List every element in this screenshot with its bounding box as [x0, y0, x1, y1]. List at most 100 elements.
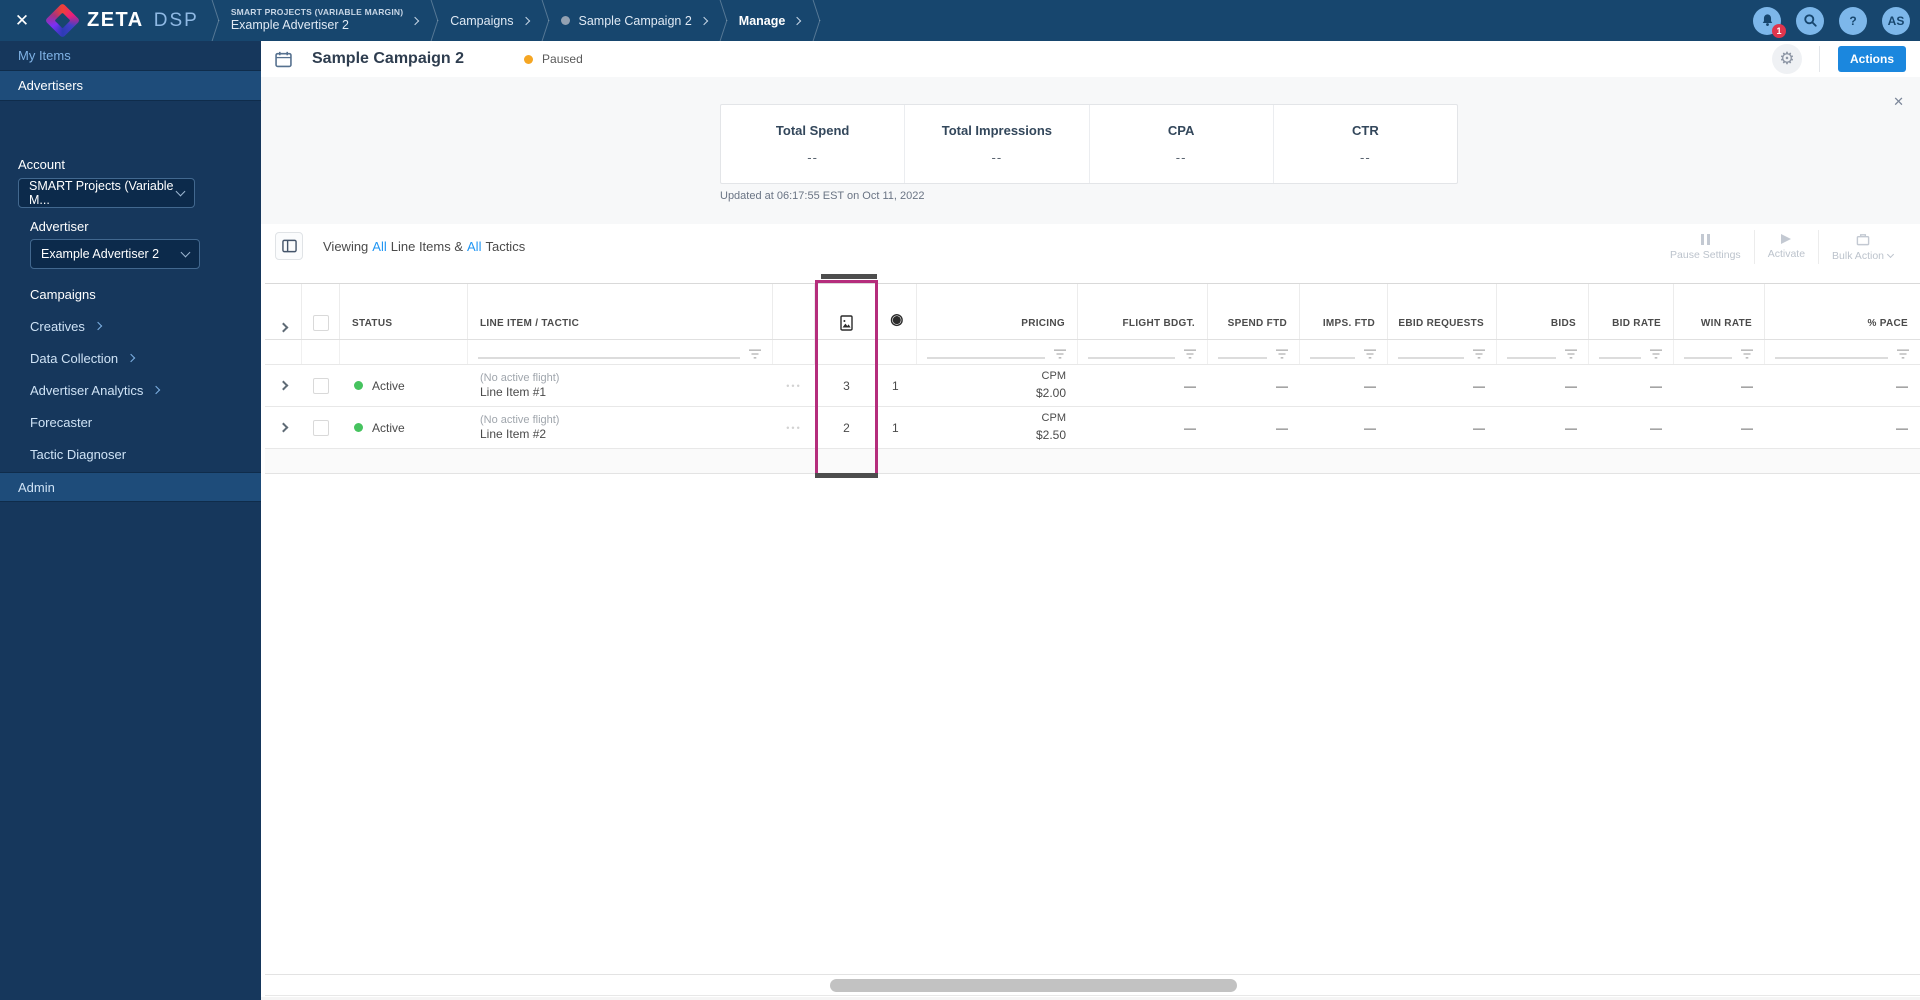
filter-input[interactable]	[478, 347, 740, 359]
advertiser-label: Advertiser	[30, 219, 89, 234]
avatar[interactable]: AS	[1882, 6, 1910, 35]
activate-button[interactable]: Activate	[1753, 230, 1818, 264]
filter-input[interactable]	[1218, 347, 1267, 359]
col-ebid-requests[interactable]: EBID REQUESTS	[1388, 284, 1497, 339]
scrollbar-thumb[interactable]	[830, 979, 1237, 992]
filter-icon[interactable]	[1740, 349, 1754, 360]
close-icon[interactable]: ✕	[0, 0, 44, 41]
table-filter-row	[265, 340, 1920, 365]
col-tactics[interactable]: ◉	[878, 284, 917, 339]
filter-bids	[1497, 340, 1589, 364]
all-tactics-link[interactable]: All	[467, 239, 481, 254]
filter-input[interactable]	[1684, 347, 1732, 359]
actions-button[interactable]: Actions	[1838, 46, 1906, 72]
filter-input[interactable]	[927, 347, 1045, 359]
filter-input[interactable]	[1599, 347, 1641, 359]
row-spend-ftd: —	[1276, 420, 1288, 435]
notifications-button[interactable]: 1	[1753, 6, 1786, 38]
filter-input[interactable]	[1310, 347, 1355, 359]
sidebar-item-forecaster[interactable]: Forecaster	[0, 406, 261, 438]
stats-section: ✕ Total Spend -- Total Impressions -- CP…	[261, 77, 1920, 224]
expand-row-icon[interactable]	[278, 380, 289, 391]
help-button[interactable]: ?	[1839, 6, 1867, 35]
line-item-name: Line Item #1	[480, 384, 547, 399]
filter-input[interactable]	[1088, 347, 1175, 359]
stats-close-icon[interactable]: ✕	[1893, 94, 1904, 110]
search-button[interactable]	[1796, 6, 1824, 35]
col-pace[interactable]: % PACE	[1765, 284, 1920, 339]
row-flight-budget: —	[1184, 378, 1196, 393]
all-line-items-link[interactable]: All	[372, 239, 386, 254]
breadcrumb-campaign[interactable]: Sample Campaign 2	[560, 14, 709, 28]
zeta-dsp-logo[interactable]: ZETA DSP	[44, 2, 199, 39]
filter-icon[interactable]	[748, 349, 762, 360]
viewing-summary: Viewing All Line Items & All Tactics	[323, 238, 526, 254]
bulk-action-button[interactable]: Bulk Action	[1818, 230, 1906, 264]
campaign-status: Paused	[524, 52, 583, 66]
breadcrumb-manage[interactable]: Manage	[739, 14, 802, 28]
filter-input[interactable]	[1507, 347, 1556, 359]
sidebar-item-tactic-diagnoser[interactable]: Tactic Diagnoser	[0, 438, 261, 470]
filter-icon[interactable]	[1649, 349, 1663, 360]
col-line-item-tactic[interactable]: LINE ITEM / TACTIC	[468, 284, 773, 339]
row-status: Active	[340, 407, 468, 448]
filter-icon[interactable]	[1183, 349, 1197, 360]
top-navbar: ✕ ZETA DSP SMART PROJECTS (VARIABLE MARG…	[0, 0, 1920, 41]
row-actions-icon[interactable]: •••	[786, 423, 801, 433]
status-text: Paused	[542, 52, 583, 66]
filter-icon[interactable]	[1472, 349, 1486, 360]
stat-total-impressions: Total Impressions --	[905, 105, 1090, 183]
sidebar-item-advertiser-analytics[interactable]: Advertiser Analytics	[0, 374, 261, 406]
chevron-right-icon	[152, 385, 161, 395]
sidebar-item-data-collection[interactable]: Data Collection	[0, 342, 261, 374]
row-actions-icon[interactable]: •••	[786, 381, 801, 391]
chevron-right-icon	[793, 16, 802, 25]
play-icon	[1781, 234, 1792, 244]
filter-input[interactable]	[1775, 347, 1888, 359]
col-imps-ftd[interactable]: IMPS. FTD	[1300, 284, 1388, 339]
row-bid-rate: —	[1650, 420, 1662, 435]
settings-button[interactable]: ⚙	[1772, 44, 1802, 74]
account-select[interactable]: SMART Projects (Variable M...	[18, 178, 195, 208]
breadcrumb-campaigns[interactable]: Campaigns	[450, 14, 530, 28]
expand-all-icon[interactable]	[278, 322, 288, 333]
col-creatives[interactable]	[815, 284, 878, 339]
filter-icon[interactable]	[1896, 349, 1910, 360]
sidebar-item-advertisers[interactable]: Advertisers	[0, 71, 261, 101]
chevron-right-icon	[126, 353, 136, 363]
filter-icon[interactable]	[1275, 349, 1289, 360]
breadcrumb-account[interactable]: SMART PROJECTS (VARIABLE MARGIN) Example…	[231, 7, 420, 33]
chevron-down-icon	[175, 186, 186, 196]
sidebar-item-admin[interactable]: Admin	[0, 472, 261, 502]
filter-pricing	[917, 340, 1078, 364]
filter-icon[interactable]	[1564, 349, 1578, 360]
sidebar-item-campaigns[interactable]: Campaigns	[0, 278, 261, 310]
advertiser-select[interactable]: Example Advertiser 2	[30, 239, 200, 269]
col-spend-ftd[interactable]: SPEND FTD	[1208, 284, 1300, 339]
col-win-rate[interactable]: WIN RATE	[1674, 284, 1765, 339]
col-status[interactable]: STATUS	[340, 284, 468, 339]
row-checkbox[interactable]	[313, 377, 329, 394]
col-flight-budget[interactable]: FLIGHT BDGT.	[1078, 284, 1208, 339]
row-checkbox[interactable]	[313, 419, 329, 436]
table-row[interactable]: Active (No active flight) Line Item #1 ••…	[265, 365, 1920, 407]
gear-icon: ⚙	[1779, 49, 1795, 68]
column-layout-button[interactable]	[275, 232, 303, 260]
table-row[interactable]: Active (No active flight) Line Item #2 ••…	[265, 407, 1920, 449]
col-row-actions	[773, 284, 815, 339]
filter-input[interactable]	[1398, 347, 1464, 359]
col-bid-rate[interactable]: BID RATE	[1589, 284, 1674, 339]
col-pricing[interactable]: PRICING	[917, 284, 1078, 339]
filter-imps-ftd	[1300, 340, 1388, 364]
sidebar-item-my-items[interactable]: My Items	[0, 41, 261, 71]
select-all-checkbox[interactable]	[312, 315, 329, 331]
sidebar-item-creatives[interactable]: Creatives	[0, 310, 261, 342]
col-bids[interactable]: BIDS	[1497, 284, 1589, 339]
filter-bid-rate	[1589, 340, 1674, 364]
expand-row-icon[interactable]	[278, 422, 289, 433]
pause-settings-button[interactable]: Pause Settings	[1657, 230, 1754, 264]
chevron-right-icon	[521, 16, 530, 25]
breadcrumb-divider	[715, 0, 731, 41]
filter-icon[interactable]	[1053, 349, 1067, 360]
filter-icon[interactable]	[1363, 349, 1377, 360]
